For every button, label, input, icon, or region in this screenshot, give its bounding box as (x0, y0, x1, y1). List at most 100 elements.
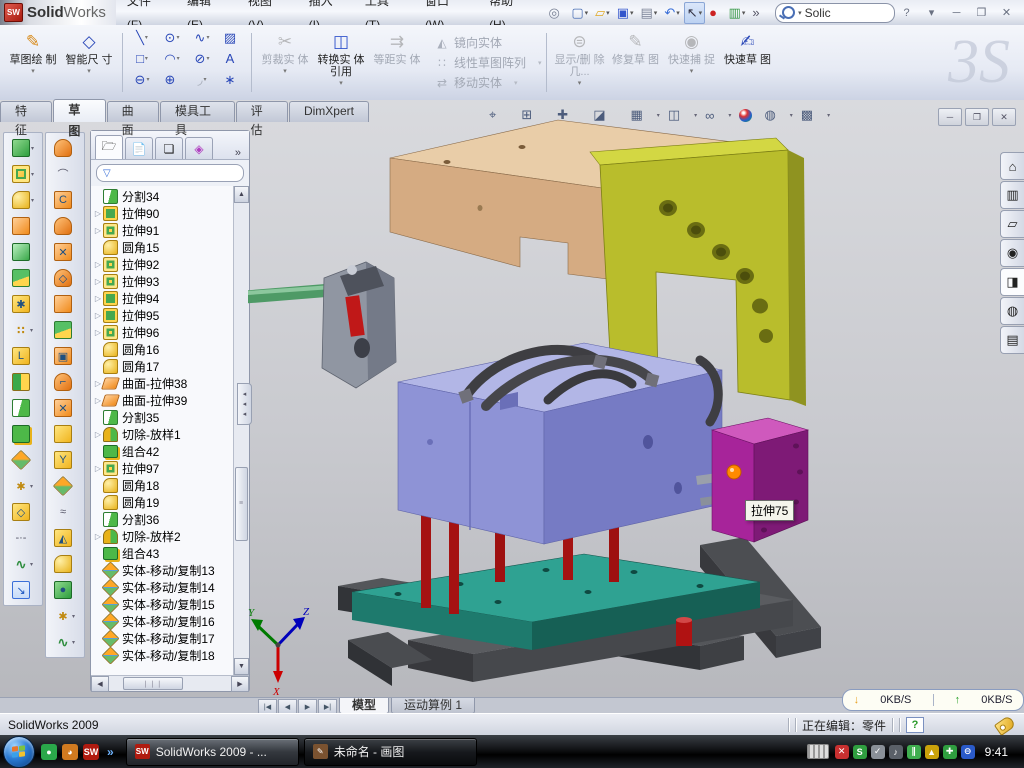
panel-splitter-handle[interactable]: ◂◂◂ (237, 383, 252, 425)
feature-tree-item[interactable]: ▷ 曲面-拉伸39 (93, 392, 233, 409)
feature-tree-item[interactable]: ▷ 拉伸93 (93, 273, 233, 290)
feature-tree-item[interactable]: 实体-移动/复制18 (93, 647, 233, 664)
document-tab[interactable]: 模型 (339, 698, 389, 714)
axis-icon[interactable]: -·- ▾ (5, 525, 41, 551)
tab-nav-button[interactable]: ▶| (318, 699, 337, 714)
tab-nav-button[interactable]: ▶ (298, 699, 317, 714)
box-body-icon[interactable]: ▾ (47, 421, 83, 447)
measure-icon[interactable]: ↘ ▾ (5, 577, 41, 603)
propertymanager-tab[interactable]: 📄 (125, 137, 153, 159)
scroll-right-button[interactable]: ▶ (231, 676, 249, 692)
selection-box-tool-icon[interactable]: ▨ ▾ (217, 27, 247, 48)
model-mold-block[interactable] (398, 343, 723, 544)
commandmanager-tab[interactable]: 曲面 (107, 101, 159, 122)
convert-entities-button[interactable]: ◫ 转换实 体引用 ▾ (314, 28, 368, 97)
delete-body-icon[interactable]: ✕ ▾ (47, 395, 83, 421)
scroll-left-button[interactable]: ◀ (91, 676, 109, 692)
split-feature-icon[interactable]: ▾ (5, 395, 41, 421)
flex-icon[interactable]: ◇ ▾ (47, 265, 83, 291)
feature-tree-item[interactable]: 实体-移动/复制16 (93, 613, 233, 630)
appearances-tab[interactable]: ◍ (1000, 297, 1024, 325)
doc-restore-button[interactable]: ❐ (965, 108, 989, 126)
view-orientation-icon[interactable]: ▦ ▾ (628, 105, 663, 125)
close-button[interactable]: ✕ (995, 3, 1018, 23)
plane-icon[interactable]: ◇ ▾ (5, 499, 41, 525)
scroll-up-button[interactable]: ▲ (234, 186, 249, 203)
feature-tree-item[interactable]: 实体-移动/复制17 (93, 630, 233, 647)
chamfer-icon[interactable]: ▾ (5, 213, 41, 239)
feature-tree-item[interactable]: ▷ 曲面-拉伸38 (93, 375, 233, 392)
sketch-button[interactable]: ✎ 草图绘 制 ▾ (6, 28, 60, 97)
pin-icon[interactable]: ◎ ▾ (546, 2, 568, 24)
commandmanager-tab[interactable]: 评估 (236, 101, 288, 122)
move-copy-body-icon[interactable]: ▾ (5, 447, 41, 473)
move-body-icon[interactable]: ▾ (47, 473, 83, 499)
tree-vertical-scrollbar[interactable]: ▲ ≡ ▼ (233, 186, 249, 675)
model-magenta-block[interactable] (712, 418, 808, 542)
feature-tree-item[interactable]: ▷ 拉伸92 (93, 256, 233, 273)
shield-plus-icon[interactable]: ✚ (943, 745, 957, 759)
feature-tree-item[interactable]: 分割36 (93, 511, 233, 528)
graphics-viewport[interactable]: X Y Z ⌖ ▾ (248, 100, 1024, 697)
search-results-tab[interactable]: ◉ (1000, 239, 1024, 267)
taskbar-clock[interactable]: 9:41 (981, 745, 1016, 759)
offset-entities-button[interactable]: ⇉ 等距实 体 ▾ (370, 28, 424, 97)
feature-tree-item[interactable]: 实体-移动/复制13 (93, 562, 233, 579)
view-palette-tab[interactable]: ◨ (1000, 268, 1024, 296)
taskbar-task-button[interactable]: ✎ 未命名 - 画图 (304, 738, 477, 766)
feature-tree-item[interactable]: 圆角19 (93, 494, 233, 511)
dome-icon[interactable]: ▾ (47, 317, 83, 343)
dimxpertmanager-tab[interactable]: ◈ (185, 137, 213, 159)
rapid-sketch-button[interactable]: ✍ 快速草 图 ▾ (721, 28, 775, 97)
doc-close-button[interactable]: ✕ (992, 108, 1016, 126)
feature-tree-item[interactable]: ▷ 拉伸94 (93, 290, 233, 307)
commandmanager-tab[interactable]: 草图 (53, 99, 105, 122)
sync-blocked-icon[interactable]: ⊖ (961, 745, 975, 759)
move-entities-button[interactable]: ⇄ 移动实体 ▾ (434, 74, 542, 92)
helix-icon[interactable]: ∿ ▾ (5, 551, 41, 577)
commandmanager-tab[interactable]: 模具工具 (160, 101, 235, 122)
appearances-icon[interactable]: ▾ (736, 105, 759, 125)
antivirus-icon[interactable]: S (853, 745, 867, 759)
extrude-cut-icon[interactable]: ▾ (5, 161, 41, 187)
feature-tree-item[interactable]: 圆角15 (93, 239, 233, 256)
sketch-fillet-tool-icon[interactable]: ◞ ▾ (187, 69, 217, 90)
document-tab[interactable]: 运动算例 1 (391, 698, 475, 714)
shell-icon[interactable]: ▾ (5, 239, 41, 265)
taskbar-task-button[interactable]: SW SolidWorks 2009 - ... (126, 738, 299, 766)
point-tool-icon[interactable]: ∗ ▾ (217, 69, 247, 90)
design-library-tab[interactable]: ▥ (1000, 181, 1024, 209)
select-arrow-icon[interactable]: ↖ ▾ (684, 2, 705, 24)
solidworks-launcher-icon[interactable]: SW (83, 744, 99, 760)
boundary-icon[interactable]: ✕ ▾ (47, 239, 83, 265)
open-icon[interactable]: ▱ ▾ (592, 2, 613, 24)
tree-horizontal-scrollbar[interactable]: ◀ ❘❘❘ ▶ (91, 675, 249, 691)
feature-tree-item[interactable]: ▷ 切除-放样2 (93, 528, 233, 545)
linear-sketch-pattern-button[interactable]: ∷ 线性草图阵列 ▾ (434, 54, 542, 72)
zoom-area-icon[interactable]: ⊞ ▾ (518, 105, 552, 125)
draft-icon[interactable]: ▾ (5, 265, 41, 291)
sweep-icon[interactable]: C ▾ (47, 187, 83, 213)
quick-tips-icon[interactable]: ? (906, 717, 924, 733)
shell-y-icon[interactable]: Y ▾ (47, 447, 83, 473)
network-warning-icon[interactable]: ▲ (925, 745, 939, 759)
feature-tree-item[interactable]: 实体-移动/复制14 (93, 579, 233, 596)
trim-entities-button[interactable]: ✂ 剪裁实 体 ▾ (258, 28, 312, 97)
start-button[interactable] (3, 736, 35, 768)
feature-tree-item[interactable]: 分割35 (93, 409, 233, 426)
minimize-button[interactable]: ─ (945, 3, 968, 23)
security-alert-icon[interactable]: ✕ (835, 745, 849, 759)
keyboard-layout-icon[interactable] (807, 744, 829, 759)
feature-tree-item[interactable]: ▷ 拉伸91 (93, 222, 233, 239)
model-clamp-block[interactable] (322, 262, 396, 388)
volume-icon[interactable]: ♪ (889, 745, 903, 759)
ellipse-tool-icon[interactable]: ⊘ ▾ (187, 48, 217, 69)
media-icon[interactable]: ◕ (62, 744, 78, 760)
scroll-down-button[interactable]: ▼ (234, 658, 249, 675)
quick-launch-chevron[interactable]: » (107, 745, 114, 759)
messenger-icon[interactable]: ● (41, 744, 57, 760)
fold-icon[interactable]: ◭ ▾ (47, 525, 83, 551)
doc-minimize-button[interactable]: ─ (938, 108, 962, 126)
text-tool-icon[interactable]: A ▾ (217, 48, 247, 69)
overflow-icon[interactable]: » ▾ (749, 2, 767, 24)
